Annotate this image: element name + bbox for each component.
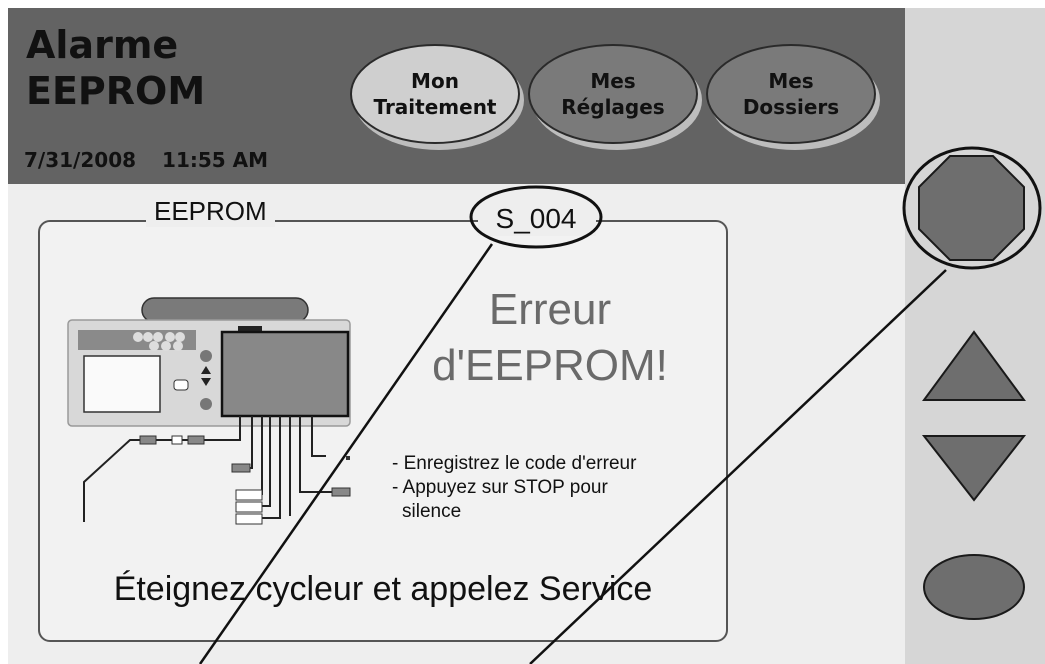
instructions: - Enregistrez le code d'erreur - Appuyez… <box>392 452 636 524</box>
error-title-line-2: d'EEPROM! <box>432 341 668 390</box>
instruction-2: - Appuyez sur STOP pour <box>392 477 608 498</box>
stop-octagon-icon <box>918 155 1025 261</box>
title-line-1: Alarme <box>26 23 179 67</box>
title-line-2: EEPROM <box>26 69 206 113</box>
enter-button[interactable] <box>923 554 1025 620</box>
tab-label-line-2: Dossiers <box>742 95 840 119</box>
page-title: Alarme EEPROM <box>26 22 205 114</box>
panel-legend: EEPROM <box>146 196 275 227</box>
stop-button[interactable] <box>902 146 1042 270</box>
datetime: 7/31/2008 11:55 AM <box>24 148 268 172</box>
error-title-line-1: Erreur <box>488 285 612 334</box>
tab-label-line-1: Mes <box>768 69 814 93</box>
oval-button-icon <box>923 554 1025 620</box>
tab-label-line-1: Mes <box>590 69 636 93</box>
date-label: 7/31/2008 <box>24 148 137 172</box>
tab-label-line-2: Traitement <box>373 95 497 119</box>
tab-mon-traitement[interactable]: Mon Traitement <box>350 44 520 144</box>
tab-label-line-1: Mon <box>411 69 459 93</box>
error-title: Erreur d'EEPROM! <box>400 282 700 394</box>
time-label: 11:55 AM <box>162 148 269 172</box>
instruction-3: silence <box>402 501 462 522</box>
service-message: Éteignez cycleur et appelez Service <box>113 570 653 608</box>
tab-mes-dossiers[interactable]: Mes Dossiers <box>706 44 876 144</box>
instruction-1: - Enregistrez le code d'erreur <box>392 453 637 474</box>
tab-label-line-2: Réglages <box>561 95 665 119</box>
tab-mes-reglages[interactable]: Mes Réglages <box>528 44 698 144</box>
